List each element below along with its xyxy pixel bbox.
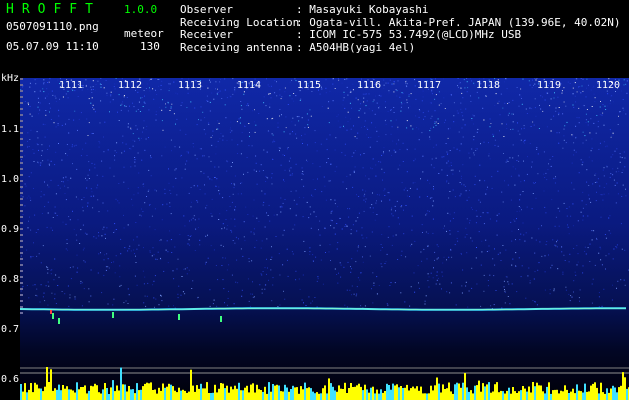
x-tick-label: 1120 [596,80,621,91]
file-name: 0507091110.png [6,20,99,33]
x-tick-label: 1113 [178,80,203,91]
info-value: : A504HB(yagi 4el) [296,40,416,54]
x-tick-label: 1115 [297,80,322,91]
info-value: : Ogata-vill. Akita-Pref. JAPAN (139.96E… [296,15,621,29]
x-tick-label: 1116 [357,80,382,91]
app-version: 1.0.0 [124,3,158,16]
info-row-antenna: Receiving antenna: A504HB(yagi 4el) [180,40,621,55]
info-label: Observer [180,3,233,16]
spectrum-background [20,78,629,400]
info-label: Receiving antenna [180,40,293,54]
detection-mode: meteor [124,27,164,40]
y-tick-label: 1.1 [1,124,20,135]
x-tick-label: 1112 [118,80,143,91]
x-tick-label: 1119 [537,80,562,91]
y-tick-label: 0.8 [1,274,20,285]
y-tick-label: 0.9 [1,224,20,235]
station-info: Observer: Masayuki Kobayashi Receiving L… [180,3,621,55]
info-value: : Masayuki Kobayashi [296,3,429,16]
app-title: HROFFT [6,2,101,17]
y-tick-label: 0.7 [1,324,20,335]
info-value: : ICOM IC-575 53.7492(@LCD)MHz USB [296,28,522,41]
timestamp: 05.07.09 11:10 [6,40,99,53]
header-panel: HROFFT 1.0.0 0507091110.png meteor 05.07… [0,0,629,78]
x-tick-label: 1114 [237,80,262,91]
y-axis-unit: kHz [1,73,20,84]
info-label: Receiver [180,28,233,41]
x-tick-label: 1111 [59,80,84,91]
spectrogram-canvas [20,78,629,400]
meteor-count: 130 [140,40,160,53]
x-tick-label: 1117 [417,80,442,91]
y-tick-label: 0.6 [1,374,20,385]
x-tick-label: 1118 [476,80,501,91]
y-tick-label: 1.0 [1,174,20,185]
spectrogram [20,78,629,400]
